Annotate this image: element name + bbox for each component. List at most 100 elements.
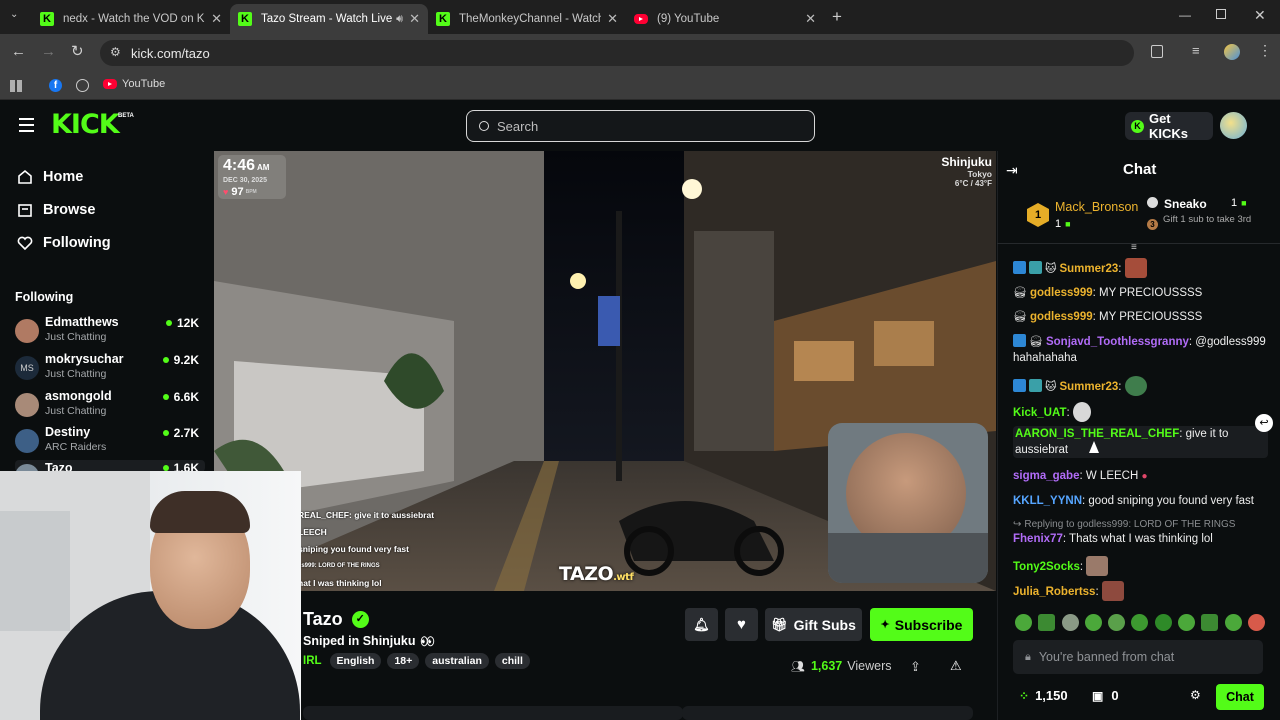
- get-kicks-button[interactable]: K Get KICKs: [1125, 111, 1213, 141]
- leader-name[interactable]: Sneako: [1164, 197, 1207, 211]
- streamer-facecam: [828, 423, 988, 583]
- following-heading: Following: [15, 290, 74, 304]
- search-input[interactable]: Search: [466, 110, 815, 142]
- tag-18plus[interactable]: 18+: [387, 653, 420, 669]
- channel-name-row: Tazo ✓: [303, 609, 369, 630]
- restore-icon[interactable]: [1216, 9, 1226, 19]
- cat-emoji-icon: 🐱︎: [1045, 381, 1057, 393]
- drop-emoji-icon: ●: [1141, 471, 1148, 482]
- emote-image: [1086, 556, 1109, 576]
- burger-emoji-icon: 🍔︎: [1029, 336, 1043, 348]
- chat-message[interactable]: Fhenix77: Thats what I was thinking lol: [1013, 531, 1268, 547]
- emote-icon[interactable]: [1061, 614, 1079, 631]
- gift-icon: ■: [1241, 198, 1247, 208]
- channel-points[interactable]: ⁘ 1,150: [1019, 688, 1068, 703]
- media-control-icon[interactable]: ≡: [1192, 43, 1200, 58]
- close-icon[interactable]: ✕: [607, 11, 618, 27]
- drops-icon: ▣: [1092, 688, 1104, 703]
- burger-emoji-icon: 🍔︎: [1013, 311, 1027, 323]
- globe-icon[interactable]: [76, 79, 89, 92]
- close-window-icon[interactable]: ✕: [1254, 7, 1266, 24]
- emote-icon[interactable]: [1224, 614, 1242, 631]
- subscribe-button[interactable]: ✦ Subscribe: [870, 608, 973, 641]
- close-icon[interactable]: ✕: [805, 11, 816, 27]
- reply-icon[interactable]: ↩: [1255, 414, 1273, 432]
- emote-icon[interactable]: [1084, 614, 1102, 631]
- chat-message[interactable]: 🐱︎ Summer23:: [1013, 376, 1268, 396]
- tab-themonkeychannel[interactable]: K TheMonkeyChannel - Watch the VOD on Ki…: [428, 4, 626, 34]
- chat-message[interactable]: 🐱︎ Summer23:: [1013, 258, 1268, 278]
- notification-bell-button[interactable]: 🔔︎: [685, 608, 718, 641]
- tag-chill[interactable]: chill: [494, 653, 530, 669]
- profile-avatar[interactable]: [1224, 44, 1240, 60]
- video-player[interactable]: 4:46 AM DEC 30, 2025 ♥ 97 BPM Shinjuku To…: [214, 151, 996, 591]
- category-link[interactable]: IRL: [303, 655, 322, 667]
- chat-input[interactable]: 🔒︎ You're banned from chat: [1013, 640, 1263, 674]
- leader-name[interactable]: Mack_Bronson: [1055, 200, 1138, 214]
- location-widget: Shinjuku Tokyo 6°C / 43°F: [941, 155, 992, 188]
- hamburger-menu-icon[interactable]: [19, 118, 34, 132]
- tag-australian[interactable]: australian: [425, 653, 489, 669]
- drops-counter[interactable]: ▣ 0: [1092, 688, 1119, 703]
- emote-icon[interactable]: [1108, 614, 1126, 631]
- tag-english[interactable]: English: [329, 653, 382, 669]
- kick-logo[interactable]: KICK: [51, 109, 120, 140]
- chat-message[interactable]: Julia_Robertss:: [1013, 581, 1268, 601]
- filter-icon[interactable]: ≡: [1131, 242, 1137, 253]
- close-icon[interactable]: ✕: [211, 11, 222, 27]
- chat-message[interactable]: Kick_UAT:: [1013, 402, 1268, 422]
- forward-icon[interactable]: →: [41, 43, 56, 60]
- bell-icon: 🔔︎: [693, 616, 710, 632]
- divider: [997, 243, 1280, 244]
- user-avatar[interactable]: [1220, 112, 1247, 139]
- followed-channel-asmongold[interactable]: asmongold Just Chatting 6.6K: [15, 389, 205, 425]
- back-icon[interactable]: ←: [11, 43, 26, 60]
- emote-icon[interactable]: [1154, 614, 1172, 631]
- minimize-icon[interactable]: —: [1179, 8, 1191, 22]
- emote-icon[interactable]: [1015, 614, 1032, 631]
- followed-channel-edmatthews[interactable]: Edmatthews Just Chatting 12K: [15, 315, 205, 351]
- emote-icon[interactable]: [1038, 614, 1056, 631]
- emote-icon[interactable]: [1247, 614, 1265, 631]
- extensions-icon[interactable]: [1151, 45, 1163, 58]
- points-icon: ⁘: [1019, 688, 1030, 703]
- site-info-icon[interactable]: ⚙: [110, 45, 121, 59]
- speaker-icon[interactable]: 🔊︎: [396, 13, 403, 26]
- chat-message[interactable]: 🍔︎ Sonjavd_Toothlessgranny: @godless999 h…: [1013, 334, 1268, 366]
- gift-subs-button[interactable]: 🎁︎ Gift Subs: [765, 608, 862, 641]
- emote-icon[interactable]: [1178, 614, 1196, 631]
- share-icon[interactable]: ⇪: [910, 659, 921, 675]
- chat-message[interactable]: Tony2Socks:: [1013, 556, 1268, 576]
- chat-message[interactable]: 🍔︎ godless999: MY PRECIOUSSSS: [1013, 285, 1268, 301]
- emote-icon[interactable]: [1131, 614, 1149, 631]
- tab-nedx[interactable]: K nedx - Watch the VOD on Kick ✕: [32, 4, 230, 34]
- chat-message[interactable]: 🍔︎ godless999: MY PRECIOUSSSS: [1013, 309, 1268, 325]
- emote-icon[interactable]: [1201, 614, 1219, 631]
- reload-icon[interactable]: ↻: [71, 42, 84, 60]
- tab-youtube[interactable]: (9) YouTube ✕: [626, 4, 824, 34]
- chat-message[interactable]: KKLL_YYNN: good sniping you found very f…: [1013, 493, 1268, 509]
- tab-tazo[interactable]: K Tazo Stream - Watch Live on Kick 🔊︎ ✕: [230, 4, 428, 34]
- menu-dots-icon[interactable]: ⋮: [1258, 42, 1272, 59]
- channel-name[interactable]: Tazo: [303, 609, 343, 630]
- close-icon[interactable]: ✕: [409, 11, 420, 27]
- sidebar-item-home[interactable]: Home: [16, 169, 83, 185]
- followed-channel-destiny[interactable]: Destiny ARC Raiders 2.7K: [15, 425, 205, 461]
- report-warning-icon[interactable]: ⚠: [950, 658, 962, 674]
- kick-icon: K: [40, 12, 54, 26]
- url-input[interactable]: ⚙ kick.com/tazo: [100, 40, 1134, 66]
- facebook-icon[interactable]: f: [49, 79, 62, 92]
- send-chat-button[interactable]: Chat: [1216, 684, 1264, 710]
- chat-message[interactable]: AARON_IS_THE_REAL_CHEF: give it to aussi…: [1013, 426, 1268, 458]
- new-tab-icon[interactable]: +: [832, 7, 842, 27]
- tab-search-icon[interactable]: ⌄: [10, 9, 18, 20]
- follow-button[interactable]: ♥: [725, 608, 758, 641]
- apps-grid-icon[interactable]: [10, 80, 22, 92]
- sidebar-item-browse[interactable]: Browse: [16, 202, 95, 218]
- chat-settings-icon[interactable]: ⚙: [1190, 688, 1201, 702]
- followed-channel-mokrysuchar[interactable]: MS mokrysuchar Just Chatting 9.2K: [15, 352, 205, 388]
- bookmark-youtube[interactable]: YouTube: [103, 78, 165, 90]
- chat-message[interactable]: sigma_gabe: W LEECH ●: [1013, 468, 1268, 485]
- collapse-chat-icon[interactable]: ⇥: [1006, 162, 1018, 179]
- sidebar-item-following[interactable]: Following: [16, 235, 111, 251]
